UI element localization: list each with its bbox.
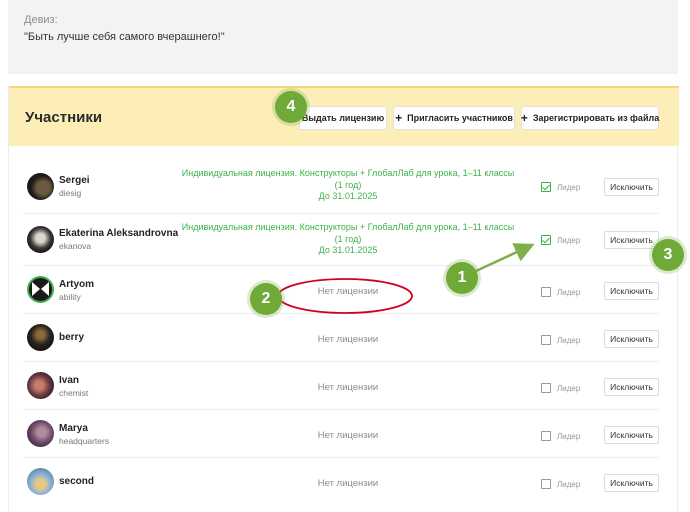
member-name: second xyxy=(59,476,95,487)
members-header: Участники Выдать лицензию + Пригласить у… xyxy=(9,86,679,146)
member-name: Ivan xyxy=(59,375,80,386)
exclude-button[interactable]: Исключить xyxy=(604,426,659,444)
plus-icon: + xyxy=(395,111,403,125)
leader-label: Лидер xyxy=(557,183,581,192)
member-login: diesig xyxy=(59,188,82,198)
leader-checkbox[interactable] xyxy=(541,335,551,345)
avatar-pattern-icon xyxy=(32,282,49,296)
invite-members-button[interactable]: + Пригласить участников xyxy=(393,106,515,130)
leader-label: Лидер xyxy=(557,384,581,393)
member-login: ekanova xyxy=(59,241,92,251)
plus-icon: + xyxy=(520,111,528,125)
license-name: Индивидуальная лицензия. Конструкторы + … xyxy=(181,222,515,232)
annotation-badge-3: 3 xyxy=(652,239,684,271)
annotation-badge-1: 1 xyxy=(446,262,478,294)
issue-license-label: Выдать лицензию xyxy=(301,113,385,123)
avatar xyxy=(27,420,54,447)
no-license-text: Нет лицензии xyxy=(317,382,379,393)
leader-label: Лидер xyxy=(557,288,581,297)
member-row: Ekaterina Aleksandrovna ekanova Индивиду… xyxy=(23,214,659,266)
avatar xyxy=(27,372,54,399)
license-term: (1 год) xyxy=(334,233,362,244)
member-row: berry Нет лицензии Лидер Исключить xyxy=(23,314,659,362)
license-name: Индивидуальная лицензия. Конструкторы + … xyxy=(181,168,515,178)
no-license-text: Нет лицензии xyxy=(317,334,379,345)
leader-checkbox[interactable] xyxy=(541,431,551,441)
member-login: chemist xyxy=(59,388,89,398)
leader-checkbox[interactable] xyxy=(541,235,551,245)
leader-checkbox[interactable] xyxy=(541,182,551,192)
exclude-button[interactable]: Исключить xyxy=(604,474,659,492)
member-name: berry xyxy=(59,332,85,343)
exclude-button[interactable]: Исключить xyxy=(604,378,659,396)
avatar xyxy=(27,276,54,303)
member-login: ability xyxy=(59,292,81,302)
license-expiry: До 31.01.2025 xyxy=(318,245,378,255)
register-from-file-label: Зарегистрировать из файла xyxy=(532,113,660,123)
member-name: Sergei xyxy=(59,175,90,186)
exclude-button[interactable]: Исключить xyxy=(604,231,659,249)
member-login: headquarters xyxy=(59,436,110,446)
member-row: Artyom ability Нет лицензии Лидер Исключ… xyxy=(23,266,659,314)
issue-license-button[interactable]: Выдать лицензию xyxy=(299,106,387,130)
leader-label: Лидер xyxy=(557,236,581,245)
avatar xyxy=(27,226,54,253)
member-name: Ekaterina Aleksandrovna xyxy=(59,228,179,239)
license-info: Индивидуальная лицензия. Конструкторы + … xyxy=(173,222,523,257)
motto-card: Девиз: "Быть лучше себя самого вчерашнег… xyxy=(8,0,678,74)
leader-checkbox[interactable] xyxy=(541,287,551,297)
exclude-button[interactable]: Исключить xyxy=(604,282,659,300)
members-panel: Участники Выдать лицензию + Пригласить у… xyxy=(8,86,679,512)
member-name: Artyom xyxy=(59,279,95,290)
no-license-text: Нет лицензии xyxy=(317,430,379,441)
members-title: Участники xyxy=(25,109,103,126)
invite-members-label: Пригласить участников xyxy=(407,113,513,123)
leader-label: Лидер xyxy=(557,432,581,441)
avatar xyxy=(27,324,54,351)
member-row: second Нет лицензии Лидер Исключить xyxy=(23,458,659,506)
license-info: Индивидуальная лицензия. Конструкторы + … xyxy=(173,168,523,203)
leader-label: Лидер xyxy=(557,336,581,345)
annotation-badge-2: 2 xyxy=(250,283,282,315)
member-row: Ivan chemist Нет лицензии Лидер Исключит… xyxy=(23,362,659,410)
annotation-badge-4: 4 xyxy=(275,91,307,123)
member-row: Sergei diesig Индивидуальная лицензия. К… xyxy=(23,160,659,214)
exclude-button[interactable]: Исключить xyxy=(604,178,659,196)
motto-label: Девиз: xyxy=(24,14,58,26)
member-row: Marya headquarters Нет лицензии Лидер Ис… xyxy=(23,410,659,458)
leader-label: Лидер xyxy=(557,480,581,489)
leader-checkbox[interactable] xyxy=(541,383,551,393)
license-expiry: До 31.01.2025 xyxy=(318,191,378,201)
leader-checkbox[interactable] xyxy=(541,479,551,489)
motto-text: "Быть лучше себя самого вчерашнего!" xyxy=(24,31,225,43)
register-from-file-button[interactable]: + Зарегистрировать из файла xyxy=(521,106,659,130)
license-term: (1 год) xyxy=(334,179,362,190)
no-license-text: Нет лицензии xyxy=(317,478,379,489)
member-name: Marya xyxy=(59,423,88,434)
avatar xyxy=(27,468,54,495)
exclude-button[interactable]: Исключить xyxy=(604,330,659,348)
avatar xyxy=(27,173,54,200)
